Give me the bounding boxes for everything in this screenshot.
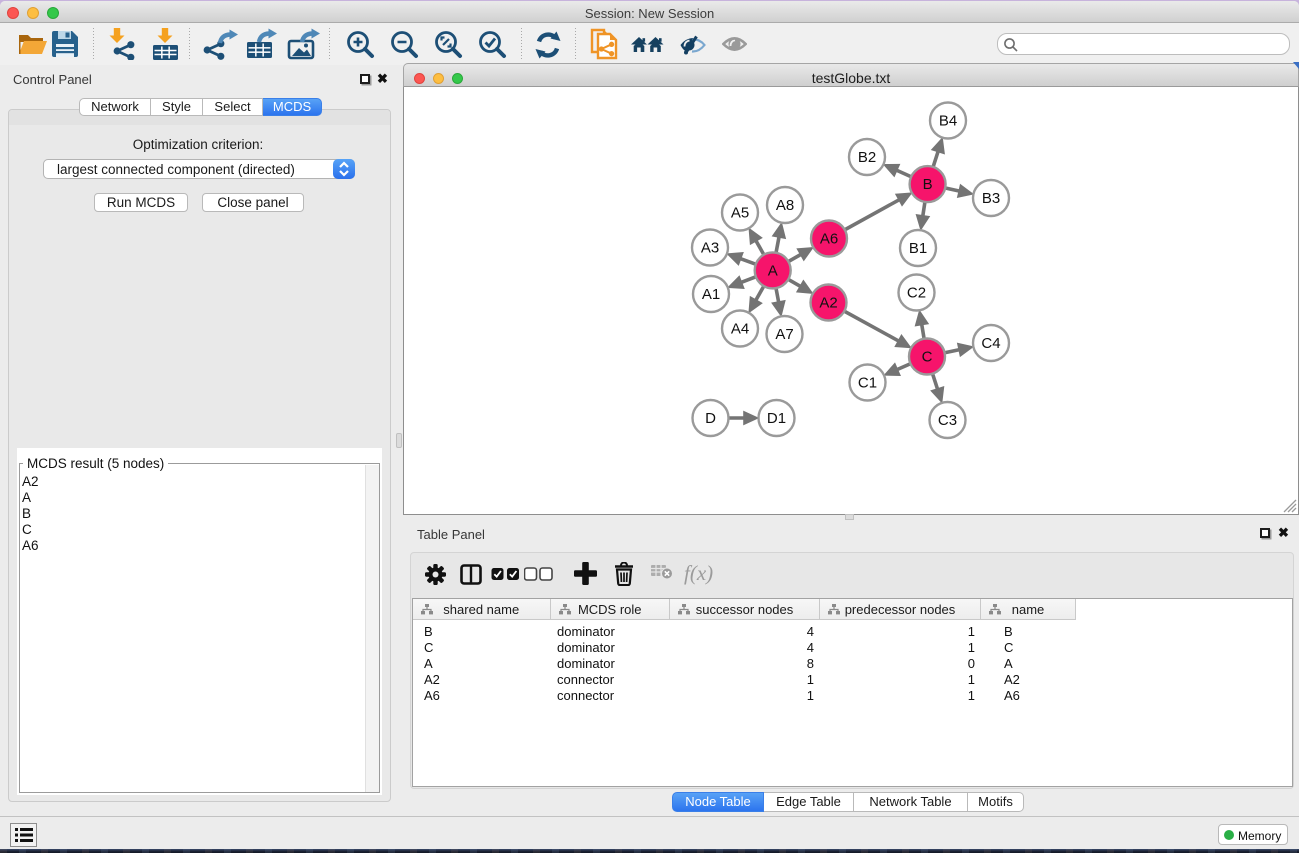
svg-text:D: D [705, 410, 716, 427]
svg-text:D1: D1 [767, 410, 786, 427]
svg-text:C4: C4 [981, 335, 1000, 352]
svg-text:A8: A8 [776, 197, 794, 214]
svg-text:B3: B3 [982, 190, 1000, 207]
svg-text:A1: A1 [702, 286, 720, 303]
svg-text:A4: A4 [731, 321, 749, 338]
svg-text:A3: A3 [701, 240, 719, 257]
svg-text:A7: A7 [775, 326, 793, 343]
svg-text:B2: B2 [858, 149, 876, 166]
svg-text:C1: C1 [858, 375, 877, 392]
svg-text:A: A [768, 262, 778, 279]
svg-text:B4: B4 [939, 113, 957, 130]
svg-text:C: C [922, 349, 933, 366]
svg-text:A2: A2 [819, 295, 837, 312]
svg-text:C3: C3 [938, 412, 957, 429]
svg-text:B: B [923, 176, 933, 193]
svg-text:A6: A6 [820, 231, 838, 248]
svg-text:C2: C2 [907, 285, 926, 302]
svg-text:B1: B1 [909, 240, 927, 257]
svg-text:A5: A5 [731, 205, 749, 222]
